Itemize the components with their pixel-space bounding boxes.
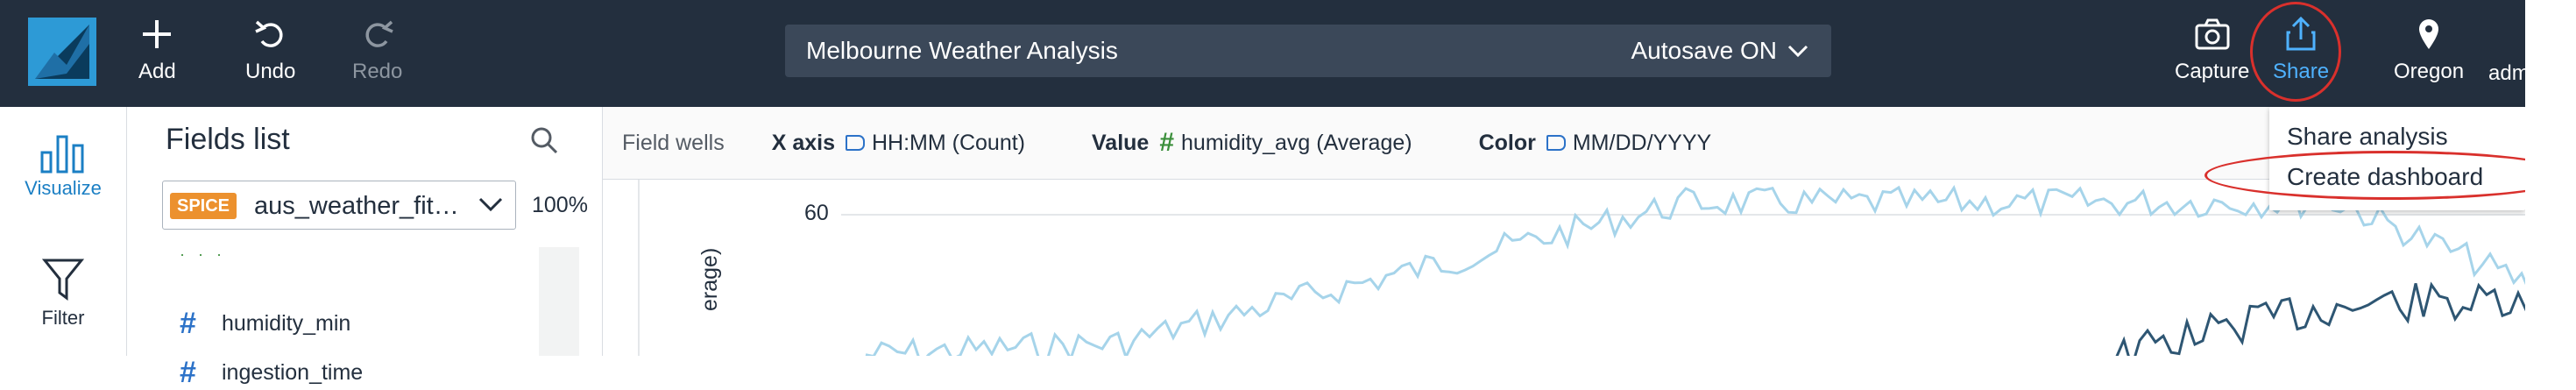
rail-filter[interactable]: Filter	[0, 258, 126, 330]
field-row-partial: · · ·	[180, 245, 222, 263]
page-margin	[2525, 0, 2576, 356]
undo-icon	[253, 12, 288, 56]
field-item[interactable]: # ingestion_time	[180, 356, 363, 390]
value-well[interactable]: Value # humidity_avg (Average)	[1092, 128, 1412, 158]
annotation-oval-create-dashboard	[2204, 151, 2576, 200]
field-item[interactable]: # humidity_min	[180, 307, 350, 341]
dataset-percent: 100%	[532, 193, 588, 217]
field-name: ingestion_time	[222, 360, 364, 385]
filter-icon	[42, 259, 84, 301]
x-axis-well-value: HH:MM (Count)	[871, 130, 1025, 155]
dataset-name: aus_weather_fit…	[254, 192, 459, 220]
value-well-title: Value	[1092, 130, 1150, 155]
fields-scrollbar[interactable]	[539, 247, 579, 356]
color-well-title: Color	[1478, 130, 1536, 155]
region-button[interactable]: Oregon	[2394, 12, 2464, 93]
measure-hash-icon: #	[1159, 128, 1175, 157]
series-line-light	[865, 184, 2525, 356]
x-axis-well-title: X axis	[771, 130, 835, 155]
analysis-title-bar[interactable]: Melbourne Weather Analysis Autosave ON	[785, 25, 1831, 77]
top-toolbar: Add Undo Redo Melbourne Weather Analysis…	[0, 0, 2530, 107]
camera-icon	[2195, 12, 2230, 56]
region-label: Oregon	[2394, 60, 2465, 83]
rail-visualize-label: Visualize	[25, 177, 102, 199]
color-well[interactable]: Color MM/DD/YYYY	[1479, 131, 1712, 156]
chevron-down-icon	[1787, 45, 1808, 58]
location-pin-icon	[2417, 12, 2441, 56]
x-axis-well[interactable]: X axis HH:MM (Count)	[772, 131, 1025, 156]
hash-icon: #	[180, 307, 196, 340]
left-rail: Visualize Filter	[0, 107, 127, 356]
quicksight-logo[interactable]	[28, 18, 96, 86]
redo-label: Redo	[352, 60, 403, 83]
color-well-value: MM/DD/YYYY	[1572, 130, 1712, 155]
line-chart-visual[interactable]: 60 erage)	[603, 180, 2525, 356]
user-menu[interactable]: adm	[2488, 61, 2530, 86]
autosave-dropdown[interactable]: Autosave ON	[1631, 37, 1808, 65]
dimension-tag-icon	[1546, 135, 1566, 151]
spice-badge: SPICE	[170, 193, 237, 219]
analysis-title[interactable]: Melbourne Weather Analysis	[806, 37, 1118, 65]
add-button[interactable]: Add	[138, 12, 176, 93]
fields-panel: Fields list SPICE aus_weather_fit… 100% …	[127, 107, 603, 389]
capture-button[interactable]: Capture	[2175, 12, 2249, 93]
chart-plot	[841, 184, 2525, 356]
add-label: Add	[138, 60, 176, 83]
fields-list-title: Fields list	[166, 123, 290, 156]
annotation-circle-share	[2250, 2, 2341, 102]
autosave-label: Autosave ON	[1631, 37, 1777, 64]
rail-filter-label: Filter	[41, 307, 85, 329]
dataset-select[interactable]: SPICE aus_weather_fit…	[162, 181, 516, 230]
field-wells-label[interactable]: Field wells	[622, 131, 725, 156]
menu-item-share-analysis[interactable]: Share analysis	[2287, 123, 2448, 151]
redo-button[interactable]: Redo	[352, 12, 402, 93]
series-line-dark	[2115, 281, 2525, 356]
rail-visualize[interactable]: Visualize	[0, 133, 126, 200]
plus-icon	[139, 12, 174, 56]
search-icon[interactable]	[530, 126, 558, 159]
value-well-value: humidity_avg (Average)	[1181, 130, 1412, 155]
chevron-down-icon	[478, 197, 503, 212]
hash-icon: #	[180, 356, 196, 389]
undo-label: Undo	[245, 60, 296, 83]
undo-button[interactable]: Undo	[245, 12, 295, 93]
dimension-tag-icon	[845, 135, 865, 151]
field-name: humidity_min	[222, 311, 351, 336]
capture-label: Capture	[2175, 60, 2250, 83]
redo-icon	[360, 12, 395, 56]
bar-chart-icon	[40, 135, 84, 174]
